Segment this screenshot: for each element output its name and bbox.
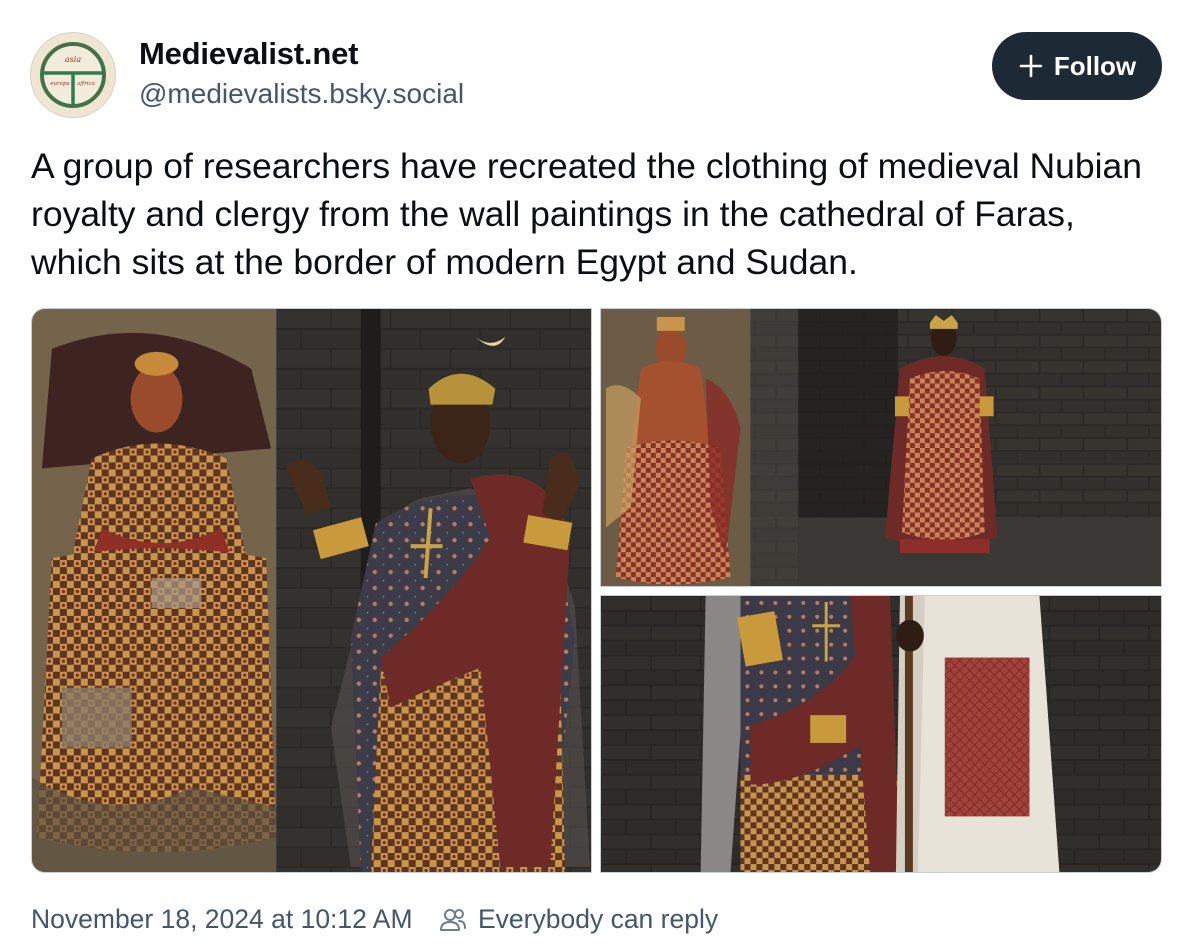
- post-card: asia europa affrica Medievalist.net @med…: [0, 0, 1196, 952]
- avatar-text-affrica: affrica: [77, 81, 95, 87]
- author-display-name[interactable]: Medievalist.net: [139, 36, 358, 72]
- image-2-picture: [601, 309, 1161, 586]
- image-3-picture: [601, 596, 1161, 872]
- avatar-text-asia: asia: [65, 55, 81, 64]
- author-avatar[interactable]: asia europa affrica: [30, 32, 116, 118]
- reply-setting: Everybody can reply: [438, 904, 718, 935]
- t-o-map-avatar-image: asia europa affrica: [33, 35, 113, 115]
- image-gallery: [31, 308, 1162, 873]
- people-icon: [438, 905, 468, 935]
- follow-button-label: Follow: [1053, 50, 1137, 81]
- image-1-picture: [32, 309, 591, 872]
- author-handle[interactable]: @medievalists.bsky.social: [139, 78, 464, 110]
- post-image-1[interactable]: [31, 308, 592, 873]
- reply-setting-label: Everybody can reply: [478, 904, 719, 934]
- post-text: A group of researchers have recreated th…: [31, 146, 1143, 282]
- post-image-2[interactable]: [600, 308, 1162, 587]
- plus-icon: [1018, 53, 1044, 79]
- follow-button[interactable]: Follow: [992, 32, 1162, 100]
- avatar-text-europa: europa: [50, 81, 70, 87]
- post-timestamp[interactable]: November 18, 2024 at 10:12 AM: [31, 904, 413, 935]
- post-image-3[interactable]: [600, 595, 1162, 873]
